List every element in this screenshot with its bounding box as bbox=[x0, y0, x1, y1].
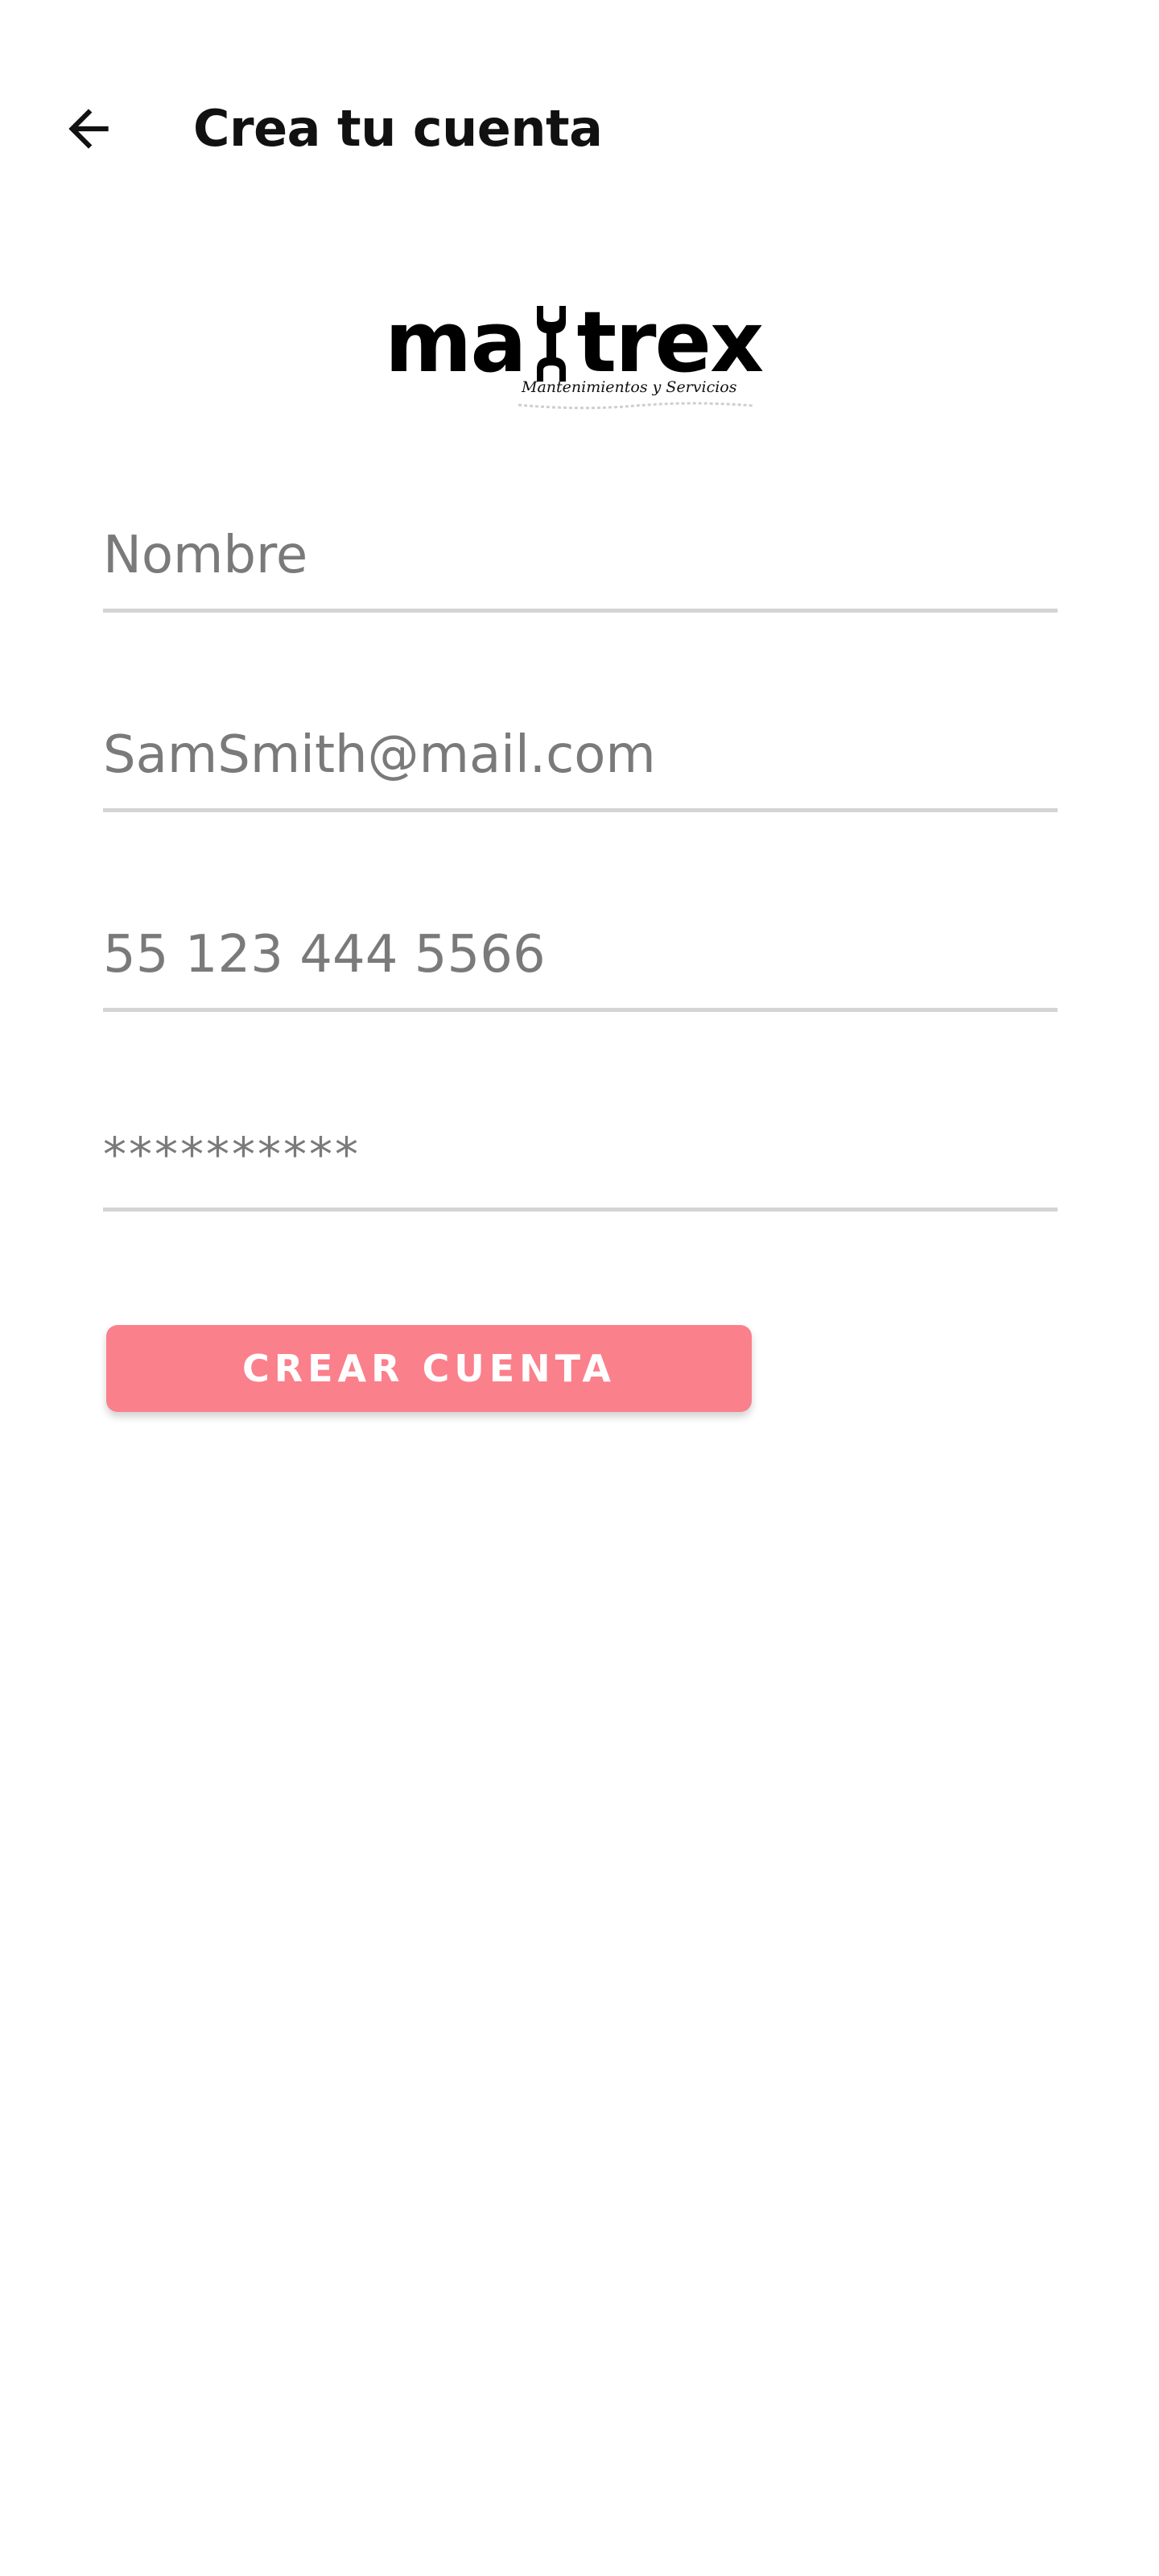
email-field[interactable] bbox=[103, 707, 1058, 803]
logo-underline-decoration bbox=[518, 402, 754, 410]
phone-field[interactable] bbox=[103, 906, 1058, 1003]
phone-field-underline bbox=[103, 1008, 1058, 1012]
name-field-underline bbox=[103, 609, 1058, 613]
logo-word-right: trex bbox=[576, 293, 765, 391]
top-app-bar: Crea tu cuenta bbox=[0, 0, 1159, 258]
name-field-container bbox=[103, 475, 1058, 675]
password-field-container bbox=[103, 1074, 1058, 1274]
name-field[interactable] bbox=[103, 507, 1058, 604]
logo-word-left: ma bbox=[385, 293, 527, 391]
email-field-underline bbox=[103, 808, 1058, 812]
logo-wordmark: ma trex bbox=[385, 298, 771, 386]
logo-tagline: Mantenimientos y Servicios bbox=[522, 378, 737, 396]
arrow-left-icon bbox=[68, 109, 109, 149]
password-field-underline bbox=[103, 1208, 1058, 1212]
signup-form bbox=[103, 475, 1058, 1274]
email-field-container bbox=[103, 675, 1058, 874]
phone-field-container bbox=[103, 874, 1058, 1074]
wrench-icon bbox=[526, 298, 577, 386]
page-title: Crea tu cuenta bbox=[193, 99, 603, 158]
brand-logo: ma trex Mantenimientos y Servicios bbox=[378, 298, 781, 419]
create-account-button[interactable]: CREAR CUENTA bbox=[106, 1325, 752, 1412]
password-field[interactable] bbox=[103, 1106, 1058, 1203]
back-button[interactable] bbox=[48, 89, 129, 169]
